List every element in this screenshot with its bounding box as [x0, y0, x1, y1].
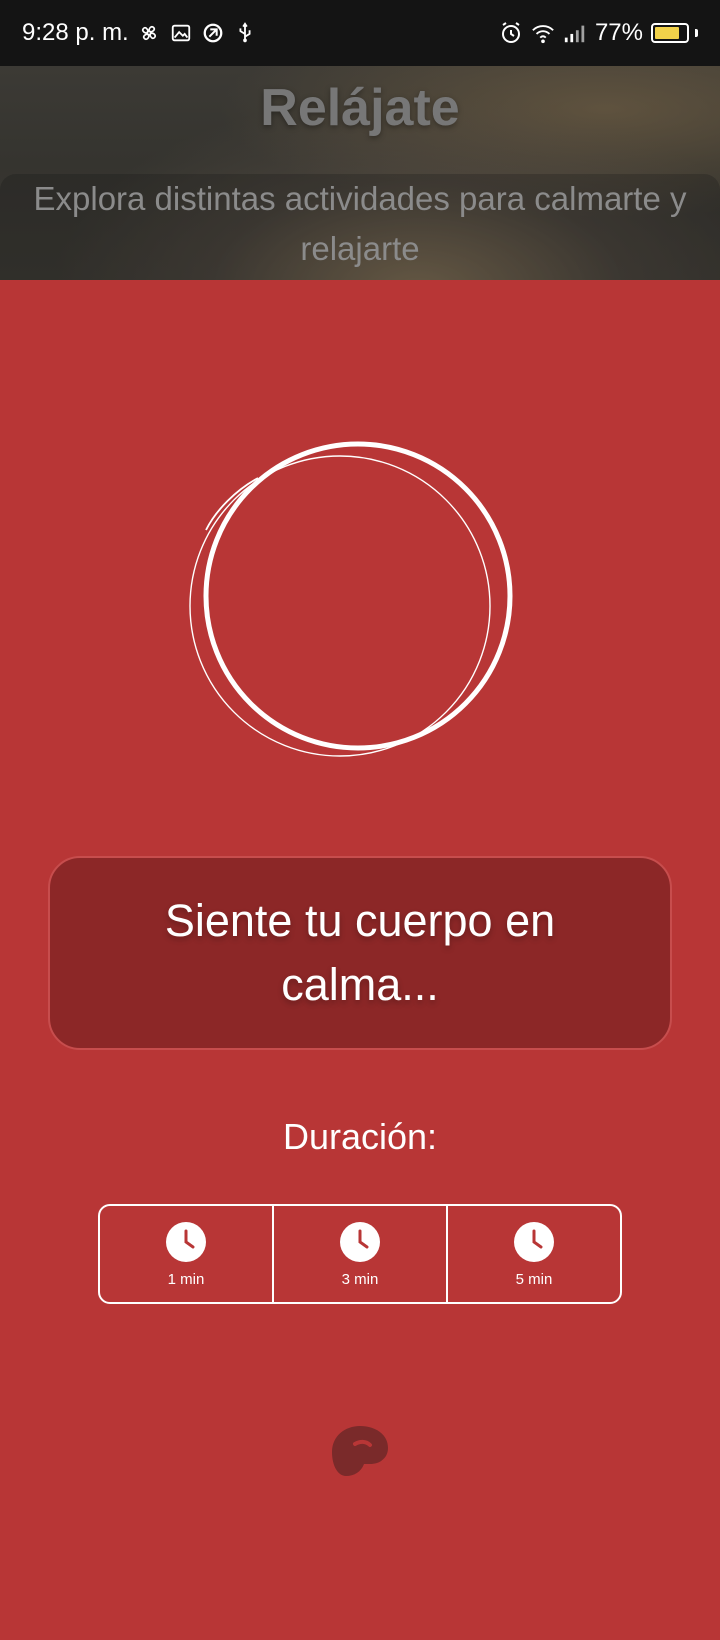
alarm-icon: [499, 21, 523, 45]
duration-option-label: 5 min: [515, 1270, 553, 1288]
status-right: 77%: [499, 19, 698, 47]
clock-icon: [514, 1221, 554, 1262]
signal-icon: [563, 21, 587, 45]
battery-icon: [651, 23, 698, 43]
page-title: Relájate: [260, 79, 460, 137]
status-time: 9:28 p. m.: [22, 19, 129, 46]
battery-fill: [655, 27, 679, 39]
clock-icon: [340, 1221, 380, 1262]
message-text: Siente tu cuerpo en calma...: [164, 895, 556, 1010]
status-left: 9:28 p. m.: [22, 19, 257, 47]
duration-option-label: 1 min: [167, 1270, 205, 1288]
page-subtitle: Explora distintas actividades para calma…: [33, 180, 687, 267]
duration-option-3-min[interactable]: 3 min: [274, 1206, 448, 1302]
status-bar: 9:28 p. m. 77%: [0, 0, 720, 66]
breathing-animation: [176, 440, 536, 790]
fan-icon: [137, 21, 161, 45]
duration-label: Duración:: [282, 1116, 438, 1157]
brand-logo-icon: [322, 1416, 394, 1480]
image-icon: [169, 21, 193, 45]
vpn-icon: [201, 21, 225, 45]
duration-option-1-min[interactable]: 1 min: [100, 1206, 274, 1302]
battery-body: [651, 23, 689, 43]
duration-option-label: 3 min: [341, 1270, 379, 1288]
wifi-icon: [531, 21, 555, 45]
usb-icon: [233, 21, 257, 45]
battery-tip: [695, 29, 698, 37]
clock-icon: [166, 1221, 206, 1262]
header-hero: Relájate Explora distintas actividades p…: [0, 66, 720, 280]
duration-options: 1 min 3 min 5 min: [98, 1204, 622, 1304]
battery-percent: 77%: [594, 19, 643, 46]
duration-option-5-min[interactable]: 5 min: [448, 1206, 620, 1302]
message-card: Siente tu cuerpo en calma...: [48, 856, 672, 1050]
